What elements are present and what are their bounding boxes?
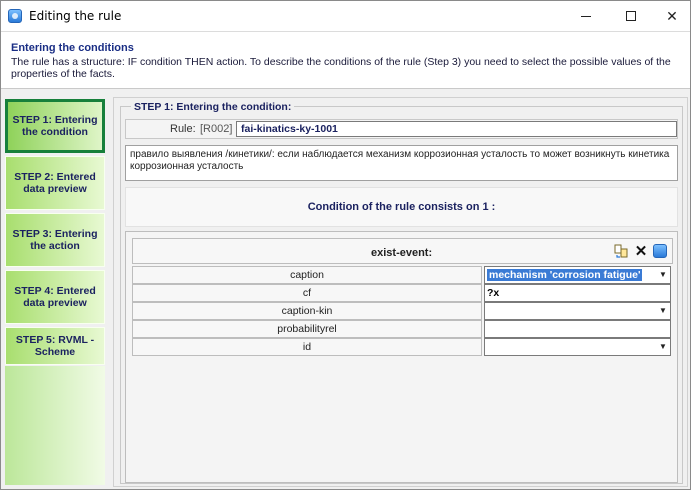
condition-group: STEP 1: Entering the condition: Rule: [R… xyxy=(120,101,683,484)
app-icon xyxy=(8,9,22,23)
property-name: probabilityrel xyxy=(132,320,482,338)
property-value-select[interactable]: ▼ xyxy=(484,338,671,356)
rule-editor-window: Editing the rule ✕ Entering the conditio… xyxy=(0,0,691,490)
property-value-field[interactable]: ?x xyxy=(484,284,671,302)
close-icon[interactable]: ✕ xyxy=(633,243,649,260)
header-title: Entering the conditions xyxy=(11,42,134,54)
maximize-icon xyxy=(626,11,636,21)
property-value-field[interactable] xyxy=(484,320,671,338)
property-value: ?x xyxy=(487,287,500,299)
property-name: id xyxy=(132,338,482,356)
step-2[interactable]: STEP 2: Entered data preview xyxy=(5,156,105,210)
maximize-button[interactable] xyxy=(608,1,654,31)
chevron-down-icon[interactable]: ▼ xyxy=(656,339,670,355)
minimize-icon xyxy=(581,15,591,17)
steps-sidebar: STEP 1: Entering the condition STEP 2: E… xyxy=(5,99,107,485)
main-panel: STEP 1: Entering the condition: Rule: [R… xyxy=(113,97,688,487)
event-table: exist-event: ✕ caption mechanism 'corros… xyxy=(132,238,673,375)
step-4[interactable]: STEP 4: Entered data preview xyxy=(5,270,105,324)
close-button[interactable]: ✕ xyxy=(649,1,691,31)
chevron-down-icon[interactable]: ▼ xyxy=(656,303,670,319)
rule-row: Rule: [R002] fai-kinatics-ky-1001 xyxy=(125,119,678,139)
table-row: caption mechanism 'corrosion fatigue' ▼ xyxy=(132,266,673,284)
group-legend: STEP 1: Entering the condition: xyxy=(131,101,295,113)
table-row: probabilityrel xyxy=(132,320,673,338)
property-name: cf xyxy=(132,284,482,302)
condition-summary: Condition of the rule consists on 1 : xyxy=(125,187,678,227)
step-1[interactable]: STEP 1: Entering the condition xyxy=(5,99,105,153)
step-label: STEP 1: Entering the condition xyxy=(12,114,98,138)
close-icon: ✕ xyxy=(666,7,678,24)
event-container: exist-event: ✕ caption mechanism 'corros… xyxy=(125,231,678,483)
minimize-button[interactable] xyxy=(563,1,609,31)
title-bar: Editing the rule ✕ xyxy=(1,1,690,31)
move-icon[interactable] xyxy=(614,243,630,259)
header-description: The rule has a structure: IF condition T… xyxy=(11,56,671,80)
chevron-down-icon[interactable]: ▼ xyxy=(656,267,670,283)
event-header: exist-event: ✕ xyxy=(132,238,673,264)
event-title: exist-event: xyxy=(371,247,433,259)
app-icon[interactable] xyxy=(652,243,668,259)
step-label: STEP 4: Entered data preview xyxy=(14,285,96,309)
step-5[interactable]: STEP 5: RVML - Scheme xyxy=(5,327,105,365)
property-value: mechanism 'corrosion fatigue' xyxy=(487,269,643,281)
rule-description-field[interactable]: правило выявления /кинетики/: если наблю… xyxy=(125,145,678,181)
table-row: id ▼ xyxy=(132,338,673,356)
property-name: caption-kin xyxy=(132,302,482,320)
property-value-select[interactable]: ▼ xyxy=(484,302,671,320)
step-label: STEP 5: RVML - Scheme xyxy=(15,334,95,358)
window-title: Editing the rule xyxy=(29,9,122,23)
sidebar-fill xyxy=(5,366,105,485)
property-name: caption xyxy=(132,266,482,284)
property-value-select[interactable]: mechanism 'corrosion fatigue' ▼ xyxy=(484,266,671,284)
step-label: STEP 3: Entering the action xyxy=(12,228,98,252)
rule-code: [R002] xyxy=(200,123,233,135)
table-row: cf ?x xyxy=(132,284,673,302)
rule-name-field[interactable]: fai-kinatics-ky-1001 xyxy=(236,121,677,137)
step-label: STEP 2: Entered data preview xyxy=(14,171,96,195)
table-row: caption-kin ▼ xyxy=(132,302,673,320)
step-3[interactable]: STEP 3: Entering the action xyxy=(5,213,105,267)
rule-label: Rule: xyxy=(170,123,196,135)
wizard-header: Entering the conditions The rule has a s… xyxy=(1,31,690,89)
